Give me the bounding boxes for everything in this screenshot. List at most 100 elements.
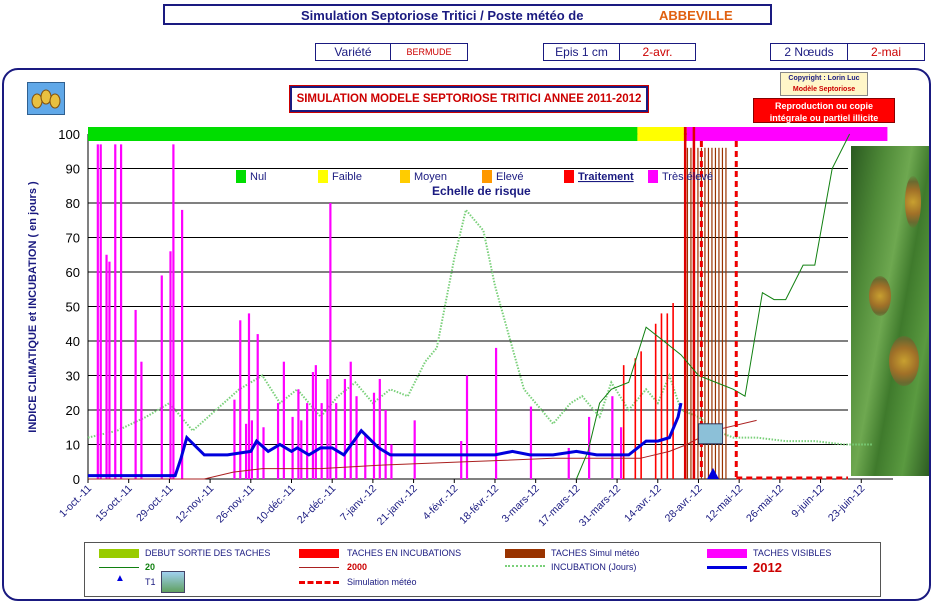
bar-taches-visibles (256, 334, 259, 479)
y-tick-label: 50 (66, 300, 80, 315)
risk-legend-label: Très élevé (662, 171, 713, 183)
y-tick-label: 10 (66, 438, 80, 453)
risk-scale-title: Echelle de risque (432, 184, 531, 198)
bar-taches-visibles (105, 254, 108, 479)
y-tick-label: 40 (66, 334, 80, 349)
x-tick-label: 14-avr.-12 (622, 483, 664, 525)
bar-taches-visibles (276, 403, 280, 479)
risk-legend-swatch (400, 170, 410, 183)
bar-taches-visibles (181, 209, 184, 479)
bar-taches-simul (725, 147, 727, 480)
bar-taches-visibles (311, 372, 315, 479)
bar-taches-incubation (622, 365, 625, 479)
bar-taches-visibles (99, 144, 102, 479)
legend-green-line (99, 567, 139, 568)
bar-taches-simul (690, 147, 692, 480)
bar-taches-visibles (611, 396, 614, 479)
legend-simul-swatch (505, 549, 545, 558)
bar-taches-visibles (262, 427, 265, 479)
y-axis-label: INDICE CLIMATIQUE et INCUBATION ( en jou… (27, 181, 39, 433)
x-tick-label: 26-mai-12 (744, 483, 786, 525)
bar-taches-visibles (320, 403, 323, 479)
bar-taches-visibles (314, 365, 317, 479)
bar-taches-visibles (372, 392, 376, 479)
y-tick-label: 30 (66, 369, 80, 384)
legend-2012-label: 2012 (753, 560, 782, 575)
x-tick-label: 3-mars-12 (499, 483, 541, 525)
bar-taches-visibles (169, 251, 172, 479)
y-tick-label: 60 (66, 265, 80, 280)
x-tick-label: 17-mars-12 (536, 483, 583, 530)
legend-simulation-line (299, 581, 339, 584)
legend-simul-label: TACHES Simul météo (551, 548, 640, 558)
legend-visibles-label: TACHES VISIBLES (753, 548, 832, 558)
legend-debut-swatch (99, 549, 139, 558)
bar-taches-simul (686, 147, 689, 480)
risk-band-segment (637, 127, 684, 141)
bar-taches-incubation (640, 351, 642, 479)
risk-legend-swatch (564, 170, 574, 183)
legend-incubation-label: INCUBATION (Jours) (551, 562, 637, 572)
x-tick-label: 28-avr.-12 (663, 483, 705, 525)
risk-legend-swatch (482, 170, 492, 183)
bar-taches-visibles (119, 144, 123, 479)
legend-green-label: 20 (145, 562, 156, 572)
legend-2000-label: 2000 (347, 562, 368, 572)
bar-taches-visibles (465, 375, 469, 479)
y-tick-label: 70 (66, 231, 80, 246)
legend-incub-swatch (299, 549, 339, 558)
x-tick-label: 26-nov.-11 (214, 483, 257, 526)
y-tick-label: 80 (66, 196, 80, 211)
legend-visibles-swatch (707, 549, 747, 558)
risk-legend-swatch (648, 170, 658, 183)
bar-taches-visibles (326, 378, 329, 479)
y-tick-label: 100 (58, 127, 80, 142)
bar-taches-visibles (494, 347, 498, 479)
bar-taches-visibles (343, 378, 347, 479)
series-incubation-line (87, 207, 873, 446)
bar-taches-visibles (282, 361, 285, 479)
risk-legend-label: Elevé (496, 171, 524, 183)
x-tick-label: 23-juin-12 (826, 483, 868, 525)
bar-taches-visibles (239, 320, 242, 479)
risk-legend-label: Moyen (414, 171, 447, 183)
risk-legend-label: Nul (250, 171, 267, 183)
x-tick-label: 24-déc.-11 (295, 483, 339, 527)
x-tick-label: 29-oct.-11 (134, 483, 175, 524)
bar-taches-visibles (619, 427, 623, 479)
bar-taches-visibles (233, 399, 236, 479)
legend-incub-label: TACHES EN INCUBATIONS (347, 548, 462, 558)
bar-taches-visibles (247, 313, 251, 479)
bar-taches-incubation (666, 313, 669, 479)
y-tick-label: 20 (66, 403, 80, 418)
bar-taches-visibles (384, 410, 387, 479)
bar-taches-visibles (172, 144, 175, 479)
bar-taches-visibles (160, 275, 163, 479)
bar-taches-visibles (460, 441, 463, 479)
sprayer-icon (161, 571, 185, 593)
bar-taches-visibles (529, 406, 533, 479)
bar-taches-incubation (660, 313, 663, 479)
legend-simulation-label: Simulation météo (347, 577, 417, 587)
risk-band-segment (88, 127, 638, 141)
risk-legend-swatch (318, 170, 328, 183)
x-tick-label: 1-oct.-11 (57, 483, 94, 520)
bar-taches-visibles (378, 378, 381, 479)
risk-legend-label: Faible (332, 171, 362, 183)
bar-taches-visibles (297, 389, 300, 479)
x-tick-label: 12-mai-12 (703, 483, 745, 525)
risk-legend-swatch (236, 170, 246, 183)
bar-taches-visibles (364, 434, 367, 479)
legend-box: DEBUT SORTIE DES TACHES TACHES EN INCUBA… (84, 542, 881, 597)
bar-taches-visibles (413, 420, 416, 479)
risk-legend-label: Traitement (578, 171, 634, 183)
y-tick-label: 0 (73, 472, 80, 487)
x-tick-label: 21-janv.-12 (375, 483, 420, 528)
bar-taches-visibles (114, 144, 117, 479)
x-tick-label: 18-févr.-12 (457, 483, 501, 527)
chart-svg: 0 10 20 30 40 50 60 70 80 90 100 1-oct.-11 15-oct.-1… (27, 127, 893, 530)
x-tick-label: 7-janv.-12 (338, 483, 379, 524)
x-tick-label: 15-oct.-11 (93, 483, 134, 524)
bar-taches-visibles (291, 416, 294, 479)
x-tick-label: 31-mars-12 (577, 483, 624, 530)
